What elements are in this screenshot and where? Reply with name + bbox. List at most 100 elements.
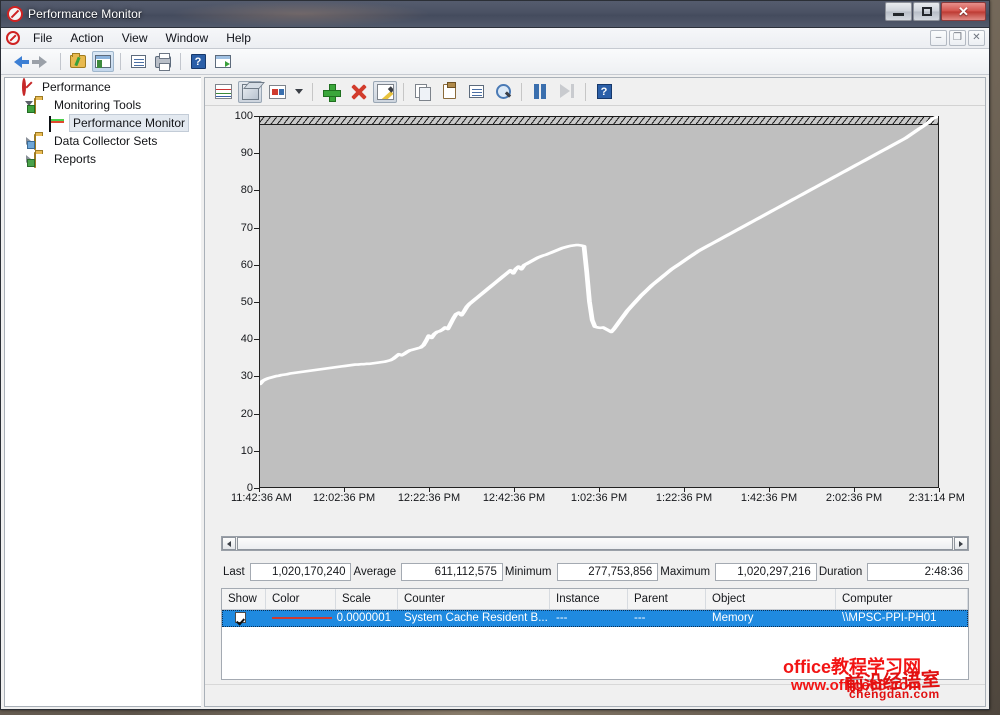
properties-icon <box>469 85 484 98</box>
print-button[interactable] <box>152 51 174 72</box>
view-current-activity-button[interactable] <box>238 81 262 103</box>
window-body: Performance Monitoring Tools Performance… <box>1 75 989 709</box>
x-axis-tick-mark <box>429 488 430 492</box>
copy-properties-icon <box>415 84 430 99</box>
column-header-computer[interactable]: Computer <box>836 589 968 609</box>
mdi-minimize-button[interactable]: – <box>930 30 947 46</box>
menu-window[interactable]: Window <box>157 29 218 48</box>
menu-view[interactable]: View <box>113 29 157 48</box>
help-button[interactable]: ? <box>187 51 209 72</box>
y-axis-tick-mark <box>254 228 259 229</box>
column-header-parent[interactable]: Parent <box>628 589 706 609</box>
perfmon-content-pane: ? 0102030405060708090100 11:42:36 AM12:0… <box>204 77 986 707</box>
properties-button[interactable] <box>127 51 149 72</box>
new-window-button[interactable] <box>212 51 234 72</box>
column-header-color[interactable]: Color <box>266 589 336 609</box>
column-header-object[interactable]: Object <box>706 589 836 609</box>
column-header-instance[interactable]: Instance <box>550 589 628 609</box>
tree-item-performance-monitor[interactable]: Performance Monitor <box>5 114 201 132</box>
tree-item-label: Monitoring Tools <box>54 97 141 113</box>
mdi-window-controls: – ❐ ✕ <box>930 30 985 46</box>
change-graph-type-button[interactable] <box>265 81 289 103</box>
tree-item-performance[interactable]: Performance <box>5 78 201 96</box>
scrollbar-thumb[interactable] <box>237 537 953 550</box>
update-data-button[interactable] <box>555 81 579 103</box>
x-axis-tick-mark <box>684 488 685 492</box>
forward-button[interactable] <box>32 51 54 72</box>
show-hide-console-tree-button[interactable] <box>92 51 114 72</box>
y-axis-tick-label: 80 <box>213 184 253 196</box>
x-axis-tick-label: 12:42:36 PM <box>483 492 545 504</box>
title-bar[interactable]: Performance Monitor ✕ <box>1 1 989 28</box>
chart-plot-area[interactable] <box>259 116 939 488</box>
column-header-show[interactable]: Show <box>222 589 266 609</box>
stat-label: Last <box>221 566 250 578</box>
add-counter-button[interactable] <box>319 81 343 103</box>
view-current-activity-icon <box>242 84 259 100</box>
graph-type-dropdown-button[interactable] <box>292 81 306 103</box>
y-axis-tick-mark <box>254 376 259 377</box>
menu-help[interactable]: Help <box>217 29 260 48</box>
print-icon <box>155 56 171 68</box>
tree-item-reports[interactable]: Reports <box>5 150 201 168</box>
x-axis-tick-mark <box>514 488 515 492</box>
tree-item-data-collector-sets[interactable]: Data Collector Sets <box>5 132 201 150</box>
cell-color <box>266 610 336 627</box>
toolbar-separator <box>60 53 61 70</box>
cell-scale: 0.0000001 <box>336 610 398 627</box>
status-bar <box>205 684 985 706</box>
zoom-icon <box>496 84 511 99</box>
tree-item-monitoring-tools[interactable]: Monitoring Tools <box>5 96 201 114</box>
y-axis-tick-label: 20 <box>213 408 253 420</box>
performance-monitor-icon <box>49 116 65 130</box>
highlight-button[interactable] <box>373 81 397 103</box>
chevron-down-icon <box>295 89 303 94</box>
freeze-display-icon <box>533 84 547 99</box>
new-window-icon <box>215 55 231 68</box>
freeze-display-button[interactable] <box>528 81 552 103</box>
chart-line-series <box>260 116 938 487</box>
stat-value: 1,020,297,216 <box>715 563 817 581</box>
graph-properties-button[interactable] <box>464 81 488 103</box>
mdi-restore-button[interactable]: ❐ <box>949 30 966 46</box>
scroll-left-button[interactable] <box>222 537 236 550</box>
stat-value: 277,753,856 <box>557 563 659 581</box>
counter-legend[interactable]: ShowColorScaleCounterInstanceParentObjec… <box>221 588 969 680</box>
paste-counter-list-button[interactable] <box>437 81 461 103</box>
copy-properties-button[interactable] <box>410 81 434 103</box>
column-header-scale[interactable]: Scale <box>336 589 398 609</box>
data-collector-sets-icon <box>34 134 50 148</box>
menu-file[interactable]: File <box>24 29 61 48</box>
menu-bar: File Action View Window Help – ❐ ✕ <box>1 28 989 49</box>
monitoring-tools-icon <box>34 98 50 112</box>
y-axis-tick-label: 30 <box>213 370 253 382</box>
x-axis-tick-label: 12:22:36 PM <box>398 492 460 504</box>
graph-area: 0102030405060708090100 11:42:36 AM12:02:… <box>205 106 985 684</box>
view-graph-button[interactable] <box>211 81 235 103</box>
delete-counter-button[interactable] <box>346 81 370 103</box>
tree-item-label: Reports <box>54 151 96 167</box>
close-button[interactable]: ✕ <box>941 2 986 21</box>
x-axis-tick-mark <box>344 488 345 492</box>
forward-icon <box>39 56 47 68</box>
graph-horizontal-scrollbar[interactable] <box>221 536 969 551</box>
x-axis-tick-mark <box>599 488 600 492</box>
help-icon: ? <box>597 84 612 99</box>
back-button[interactable] <box>7 51 29 72</box>
table-row[interactable]: 0.0000001System Cache Resident B...-----… <box>222 610 968 627</box>
zoom-button[interactable] <box>491 81 515 103</box>
menu-action[interactable]: Action <box>61 29 112 48</box>
column-header-counter[interactable]: Counter <box>398 589 550 609</box>
minimize-button[interactable] <box>885 2 912 21</box>
y-axis-tick-mark <box>254 116 259 117</box>
mdi-close-button[interactable]: ✕ <box>968 30 985 46</box>
show-checkbox[interactable] <box>235 612 246 623</box>
legend-header-row: ShowColorScaleCounterInstanceParentObjec… <box>222 589 968 610</box>
maximize-button[interactable] <box>913 2 940 21</box>
perfmon-help-button[interactable]: ? <box>592 81 616 103</box>
y-axis-tick-mark <box>254 190 259 191</box>
up-one-level-button[interactable] <box>67 51 89 72</box>
console-tree[interactable]: Performance Monitoring Tools Performance… <box>4 77 201 707</box>
add-counter-icon <box>323 84 339 100</box>
scroll-right-button[interactable] <box>954 537 968 550</box>
